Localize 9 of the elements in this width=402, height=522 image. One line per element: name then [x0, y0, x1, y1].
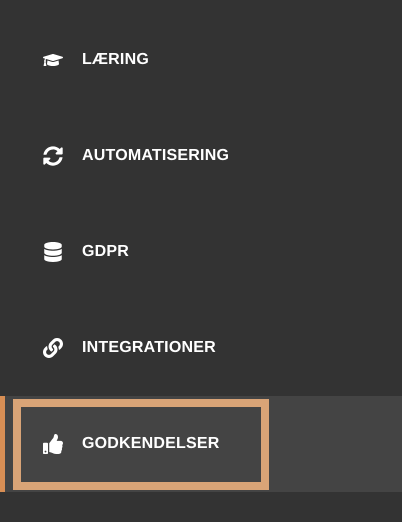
link-icon — [43, 338, 63, 358]
nav-link[interactable]: GDPR — [13, 206, 269, 298]
thumbs-up-icon — [43, 434, 63, 454]
sync-icon — [43, 146, 63, 166]
nav-link[interactable]: AUTOMATISERING — [13, 110, 269, 202]
nav-link[interactable]: GODKENDELSER — [13, 398, 269, 490]
nav-link[interactable]: INTEGRATIONER — [13, 302, 269, 394]
database-icon — [43, 242, 63, 262]
nav-link[interactable]: LÆRING — [13, 14, 269, 106]
